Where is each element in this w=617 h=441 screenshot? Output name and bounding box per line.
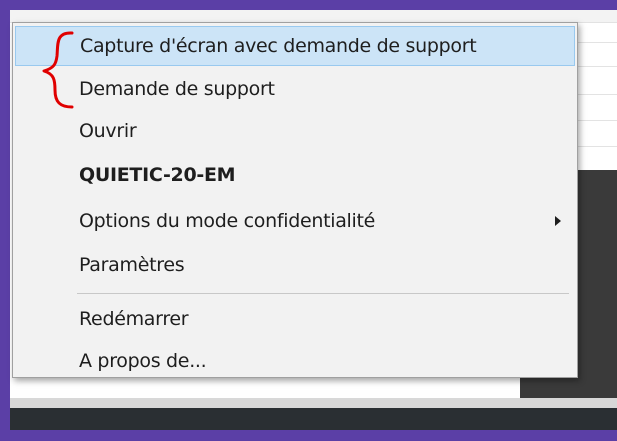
menu-item-support-request[interactable]: Demande de support	[15, 69, 575, 109]
menu-item-label: Ouvrir	[79, 120, 137, 142]
menu-item-screenshot-support-request[interactable]: Capture d'écran avec demande de support	[15, 26, 575, 66]
context-menu: Capture d'écran avec demande de support …	[12, 22, 578, 378]
menu-item-label: QUIETIC-20-EM	[79, 164, 236, 186]
menu-item-device-name[interactable]: QUIETIC-20-EM	[15, 155, 575, 195]
menu-item-about[interactable]: A propos de...	[15, 341, 575, 381]
menu-separator	[77, 293, 569, 294]
menu-item-open[interactable]: Ouvrir	[15, 111, 575, 151]
background-status-strip	[10, 398, 617, 408]
menu-item-label: Paramètres	[79, 254, 185, 276]
background-taskbar	[10, 408, 617, 430]
chevron-right-icon	[555, 216, 561, 226]
menu-item-privacy-mode-options[interactable]: Options du mode confidentialité	[15, 201, 575, 241]
menu-item-restart[interactable]: Redémarrer	[15, 299, 575, 339]
menu-item-label: Capture d'écran avec demande de support	[80, 35, 477, 57]
menu-item-settings[interactable]: Paramètres	[15, 245, 575, 285]
menu-item-label: Demande de support	[79, 78, 275, 100]
menu-item-label: Redémarrer	[79, 308, 189, 330]
menu-item-label: Options du mode confidentialité	[79, 210, 376, 232]
red-brace-annotation-icon	[42, 31, 74, 109]
menu-item-label: A propos de...	[79, 350, 207, 372]
